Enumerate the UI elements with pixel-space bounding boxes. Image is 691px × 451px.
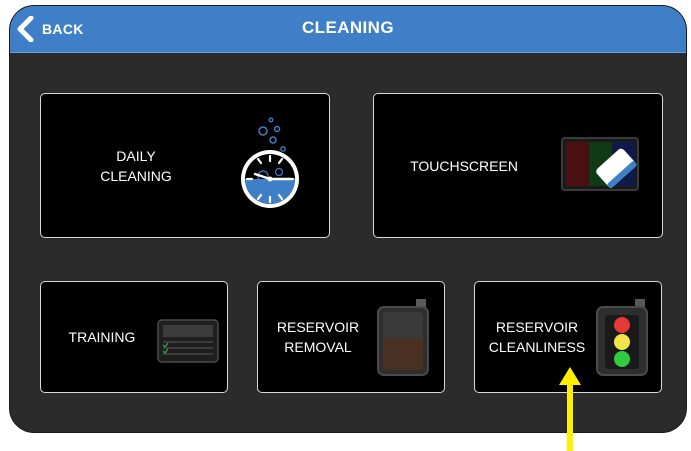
- app-screen: BACK CLEANING DAILY CLEANING TOUCHSCREEN…: [10, 6, 686, 432]
- tile-touchscreen[interactable]: TOUCHSCREEN: [373, 93, 663, 238]
- page-title: CLEANING: [302, 18, 394, 37]
- up-arrow-icon: [559, 367, 581, 451]
- clock-bubbles-icon: [241, 117, 299, 208]
- tile-training[interactable]: TRAINING: [40, 281, 228, 393]
- tile-reservoir-cleanliness-label: RESERVOIR CLEANLINESS: [488, 319, 586, 355]
- tile-daily-cleaning-label: DAILY CLEANING: [100, 148, 172, 184]
- training-panel-icon: [157, 319, 219, 363]
- tile-touchscreen-label: TOUCHSCREEN: [410, 158, 518, 174]
- reservoir-icon: [377, 299, 429, 376]
- tile-reservoir-removal[interactable]: RESERVOIR REMOVAL: [257, 281, 445, 393]
- tile-training-label: TRAINING: [68, 329, 136, 345]
- header-bar: BACK CLEANING: [10, 6, 686, 53]
- tile-daily-cleaning[interactable]: DAILY CLEANING: [40, 93, 330, 238]
- tile-reservoir-removal-label: RESERVOIR REMOVAL: [276, 319, 360, 355]
- traffic-light-icon: [596, 299, 648, 376]
- screen-eraser-icon: [561, 137, 639, 191]
